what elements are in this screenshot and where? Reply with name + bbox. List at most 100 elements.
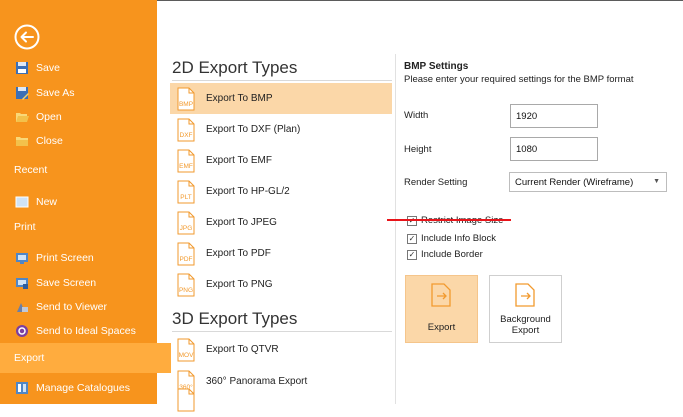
export-dxf-item[interactable]: DXF Export To DXF (Plan) (170, 114, 392, 145)
export-emf-item[interactable]: EMF Export To EMF (170, 145, 392, 176)
export-qtvr-label: Export To QTVR (206, 344, 279, 355)
mov-file-icon: MOV (176, 338, 196, 362)
settings-subtitle: Please enter your required settings for … (404, 74, 634, 85)
save-label: Save (36, 62, 60, 74)
save-icon (14, 60, 30, 76)
svg-text:JPG: JPG (180, 225, 193, 232)
close-button[interactable]: Close (0, 128, 157, 154)
save-screen-label: Save Screen (36, 277, 97, 289)
png-file-icon: PNG (176, 273, 196, 297)
settings-title: BMP Settings (404, 61, 469, 72)
export-arrow-icon (431, 283, 451, 307)
save-as-icon (14, 85, 30, 101)
export-button-label: Export (427, 322, 456, 333)
width-label: Width (404, 110, 429, 121)
bmp-file-icon: BMP (176, 87, 196, 111)
back-arrow-icon[interactable] (14, 24, 40, 50)
background-export-arrow-icon (515, 283, 535, 307)
new-button[interactable]: New (0, 189, 157, 215)
save-screen-icon (14, 275, 30, 291)
new-label: New (36, 196, 58, 208)
section-divider (172, 331, 392, 332)
folder-open-icon (14, 109, 30, 125)
export-pdf-item[interactable]: PDF Export To PDF (170, 238, 392, 269)
folder-close-icon (14, 133, 30, 149)
panel-divider (395, 54, 396, 404)
export-png-item[interactable]: PNG Export To PNG (170, 269, 392, 300)
export-emf-label: Export To EMF (206, 155, 272, 166)
export-button[interactable]: Export (405, 275, 478, 343)
include-info-block-checkbox[interactable]: ✓ Include Info Block (407, 233, 496, 244)
annotation-strikethrough-line (387, 219, 511, 221)
send-to-ideal-spaces-label: Send to Ideal Spaces (36, 325, 136, 337)
checkbox-check-icon: ✓ (407, 233, 417, 244)
background-export-label-line1: Background (500, 314, 551, 325)
close-label: Close (36, 135, 63, 147)
export-dxf-label: Export To DXF (Plan) (206, 124, 301, 135)
export-bmp-label: Export To BMP (206, 93, 273, 104)
svg-text:EMF: EMF (179, 163, 193, 170)
export-hpgl-label: Export To HP-GL/2 (206, 186, 290, 197)
jpg-file-icon: JPG (176, 211, 196, 235)
manage-catalogues-button[interactable]: Manage Catalogues (0, 375, 157, 401)
pdf-file-icon: PDF (176, 242, 196, 266)
top-border-line (157, 0, 683, 1)
print-screen-icon (14, 250, 30, 266)
svg-text:PLT: PLT (180, 194, 191, 201)
export-nav-item[interactable]: Export (0, 343, 171, 373)
background-export-label-line2: Export (511, 325, 540, 336)
checkbox-check-icon: ✓ (407, 249, 417, 260)
export-bmp-item[interactable]: BMP Export To BMP (170, 83, 392, 114)
export-qtvr-item[interactable]: MOV Export To QTVR (170, 334, 392, 365)
export-hpgl-item[interactable]: PLT Export To HP-GL/2 (170, 176, 392, 207)
send-to-viewer-label: Send to Viewer (36, 301, 108, 313)
svg-text:MOV: MOV (179, 352, 194, 359)
include-border-label: Include Border (421, 249, 483, 260)
render-setting-value: Current Render (Wireframe) (515, 176, 634, 188)
export-nav-label: Export (14, 352, 45, 364)
section-divider (172, 80, 392, 81)
save-screen-button[interactable]: Save Screen (0, 270, 157, 296)
send-to-viewer-button[interactable]: Send to Viewer (0, 294, 157, 320)
dxf-file-icon: DXF (176, 118, 196, 142)
print-screen-button[interactable]: Print Screen (0, 245, 157, 271)
recent-heading[interactable]: Recent (14, 164, 47, 176)
export-jpeg-item[interactable]: JPG Export To JPEG (170, 207, 392, 238)
plt-file-icon: PLT (176, 180, 196, 204)
width-input[interactable] (510, 104, 598, 128)
print-heading[interactable]: Print (14, 221, 36, 233)
include-info-block-label: Include Info Block (421, 233, 496, 244)
height-label: Height (404, 144, 432, 155)
open-label: Open (36, 111, 62, 123)
new-document-icon (14, 194, 30, 210)
svg-text:BMP: BMP (179, 101, 193, 108)
render-setting-label: Render Setting (404, 177, 468, 188)
export-more-item[interactable] (170, 388, 392, 412)
svg-text:PNG: PNG (179, 287, 193, 294)
chevron-down-icon: ▼ (653, 178, 660, 185)
include-border-checkbox[interactable]: ✓ Include Border (407, 249, 483, 260)
save-as-button[interactable]: Save As (0, 80, 157, 106)
save-as-label: Save As (36, 87, 75, 99)
open-button[interactable]: Open (0, 104, 157, 130)
export-panorama-item[interactable]: 360° 360° Panorama Export (170, 366, 392, 397)
svg-text:DXF: DXF (180, 132, 193, 139)
svg-text:PDF: PDF (180, 256, 193, 263)
render-setting-dropdown[interactable]: Current Render (Wireframe) ▼ (509, 172, 667, 192)
catalogue-icon (14, 380, 30, 396)
viewer-icon (14, 299, 30, 315)
file-icon (176, 388, 196, 412)
height-input[interactable] (510, 137, 598, 161)
background-export-button[interactable]: Background Export (489, 275, 562, 343)
backstage-sidebar: Save Save As Open Close Recent New Print… (0, 0, 171, 404)
export-jpeg-label: Export To JPEG (206, 217, 277, 228)
emf-file-icon: EMF (176, 149, 196, 173)
print-screen-label: Print Screen (36, 252, 94, 264)
ideal-spaces-icon (14, 323, 30, 339)
3d-export-types-heading: 3D Export Types (172, 309, 298, 328)
manage-catalogues-label: Manage Catalogues (36, 382, 130, 394)
send-to-ideal-spaces-button[interactable]: Send to Ideal Spaces (0, 318, 157, 344)
export-pdf-label: Export To PDF (206, 248, 271, 259)
2d-export-types-heading: 2D Export Types (172, 58, 298, 77)
save-button[interactable]: Save (0, 55, 157, 81)
